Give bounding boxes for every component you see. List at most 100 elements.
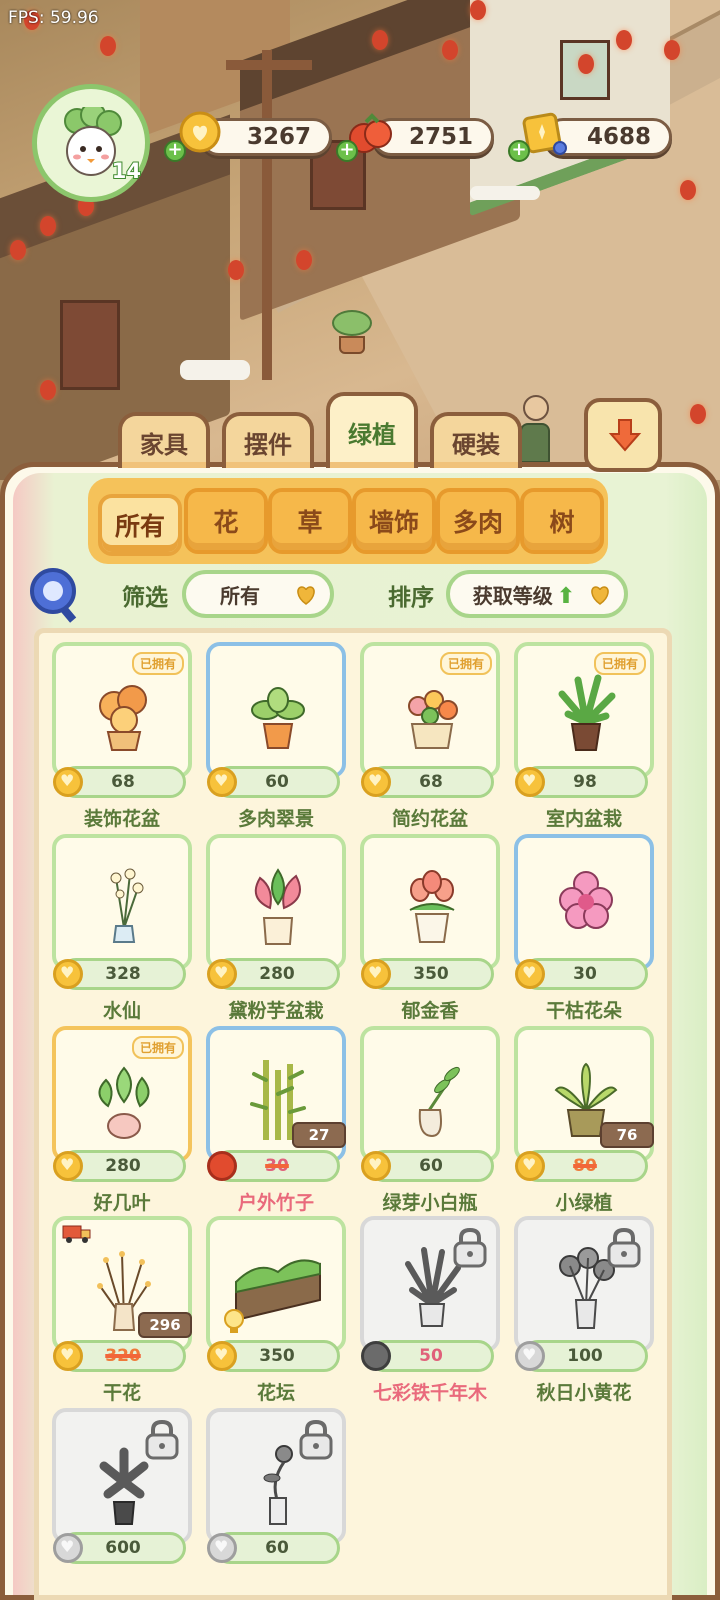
price-tag: 68 — [53, 766, 186, 798]
narcissus-vase-icon — [110, 868, 144, 943]
item-card-locked[interactable] — [52, 1408, 192, 1544]
item-card[interactable] — [52, 834, 192, 970]
subtab-all[interactable]: 所有 — [98, 494, 182, 556]
item-name: 七彩铁千年木 — [372, 1382, 487, 1404]
price-tag: 320 — [53, 1340, 186, 1372]
heart-coin-icon — [53, 767, 83, 797]
price-tag: 350 — [207, 1340, 340, 1372]
subtab-wall-decor[interactable]: 墙饰 — [352, 488, 436, 554]
tab-plants[interactable]: 绿植 — [326, 392, 418, 468]
price-tag: 80 — [515, 1150, 648, 1182]
pink-caladium-icon — [254, 868, 301, 945]
elder-npc[interactable] — [520, 395, 552, 465]
filter-value: 所有 — [220, 583, 260, 608]
subtab-grass[interactable]: 草 — [268, 488, 352, 554]
add-tomato-button[interactable]: + — [336, 140, 358, 162]
sprout-vase-icon — [418, 1066, 460, 1138]
street-plant-pot — [332, 310, 372, 354]
item-name: 装饰花盆 — [83, 808, 160, 830]
add-gold-ticket-button[interactable]: + — [508, 140, 530, 162]
item-name: 小绿植 — [555, 1192, 613, 1214]
price-tag: 60 — [207, 1532, 340, 1564]
tab-hard-decor[interactable]: 硬装 — [430, 412, 522, 468]
heart-coin-icon — [361, 959, 391, 989]
item-name: 郁金香 — [401, 1000, 459, 1022]
subtab-succulent[interactable]: 多肉 — [436, 488, 520, 554]
heart-coin-icon — [207, 1341, 237, 1371]
item-card-locked[interactable] — [206, 1408, 346, 1544]
price-tag: 600 — [53, 1532, 186, 1564]
item-name: 户外竹子 — [237, 1192, 314, 1214]
discount-price-tag: 27 — [292, 1122, 346, 1148]
item-card-locked[interactable] — [360, 1216, 500, 1352]
item-name: 黛粉芋盆栽 — [228, 1000, 324, 1022]
lock-icon — [607, 1227, 641, 1268]
silver-coin-icon — [515, 1341, 545, 1371]
utility-pole — [262, 50, 272, 380]
down-arrow-icon — [608, 419, 642, 452]
item-card[interactable]: 已拥有 — [514, 642, 654, 778]
price-tag: 30 — [515, 958, 648, 990]
currency-heart-coin[interactable]: + 3267 — [164, 111, 332, 162]
lock-icon — [453, 1227, 487, 1268]
silver-coin-icon — [53, 1533, 83, 1563]
owned-badge: 已拥有 — [131, 652, 184, 675]
price-tag: 280 — [53, 1150, 186, 1182]
silver-coin-icon — [207, 1533, 237, 1563]
item-card[interactable]: 76 — [514, 1026, 654, 1162]
item-card[interactable] — [514, 834, 654, 970]
heart-coin-icon — [207, 959, 237, 989]
sort-dropdown[interactable]: 获取等级 ⬆ — [446, 570, 628, 618]
filter-dropdown[interactable]: 所有 — [182, 570, 334, 618]
tab-furniture[interactable]: 家具 — [118, 412, 210, 468]
price-tag: 68 — [361, 766, 494, 798]
item-name: 花坛 — [256, 1382, 295, 1404]
lock-icon — [145, 1419, 179, 1460]
item-card[interactable] — [206, 834, 346, 970]
player-avatar[interactable]: 14 — [32, 84, 150, 202]
search-icon[interactable] — [30, 568, 77, 623]
up-arrow-icon: ⬆ — [556, 583, 576, 609]
sort-label: 排序 — [388, 585, 434, 611]
item-card[interactable] — [206, 642, 346, 778]
dropdown-heart-icon — [297, 586, 315, 605]
grey-ball-icon — [361, 1341, 391, 1371]
heart-coin-icon — [361, 767, 391, 797]
basket-flowers-icon — [408, 690, 458, 749]
subtab-tree[interactable]: 树 — [520, 488, 604, 554]
currency-gold-ticket[interactable]: + 4688 — [508, 112, 672, 162]
subtab-flower[interactable]: 花 — [184, 488, 268, 554]
fps-counter: FPS: 59.96 — [8, 8, 99, 28]
item-name: 干枯花朵 — [545, 1000, 622, 1022]
heart-coin-icon — [53, 1341, 83, 1371]
item-card[interactable] — [360, 834, 500, 970]
succulent-pot-icon — [251, 687, 305, 749]
tab-ornaments[interactable]: 摆件 — [222, 412, 314, 468]
item-card[interactable] — [360, 1026, 500, 1162]
item-card[interactable]: 27 — [206, 1026, 346, 1162]
pothos-pot-icon — [98, 1066, 150, 1139]
item-card[interactable]: 已拥有 — [52, 642, 192, 778]
fern-pot-icon — [558, 674, 616, 751]
discount-price-tag: 296 — [138, 1312, 192, 1338]
price-tag: 30 — [207, 1150, 340, 1182]
heart-coin-icon — [515, 767, 545, 797]
owned-badge: 已拥有 — [439, 652, 492, 675]
pink-flower-icon — [559, 871, 613, 929]
truck-icon — [62, 1225, 91, 1243]
collapse-panel-button[interactable] — [584, 398, 662, 472]
lightbulb-icon — [224, 1309, 244, 1333]
item-name: 简约花盆 — [391, 808, 468, 830]
item-card[interactable]: 已拥有 — [52, 1026, 192, 1162]
currency-tomato[interactable]: + 2751 — [336, 113, 494, 162]
price-tag: 350 — [361, 958, 494, 990]
price-tag: 100 — [515, 1340, 648, 1372]
tulip-pot-icon — [409, 870, 455, 943]
heart-coin-icon — [207, 767, 237, 797]
add-heart-coin-button[interactable]: + — [164, 140, 186, 162]
heart-coin-icon — [515, 1151, 545, 1181]
item-card-locked[interactable] — [514, 1216, 654, 1352]
owned-badge: 已拥有 — [593, 652, 646, 675]
item-card[interactable]: 已拥有 — [360, 642, 500, 778]
dropdown-heart-icon — [591, 586, 609, 605]
